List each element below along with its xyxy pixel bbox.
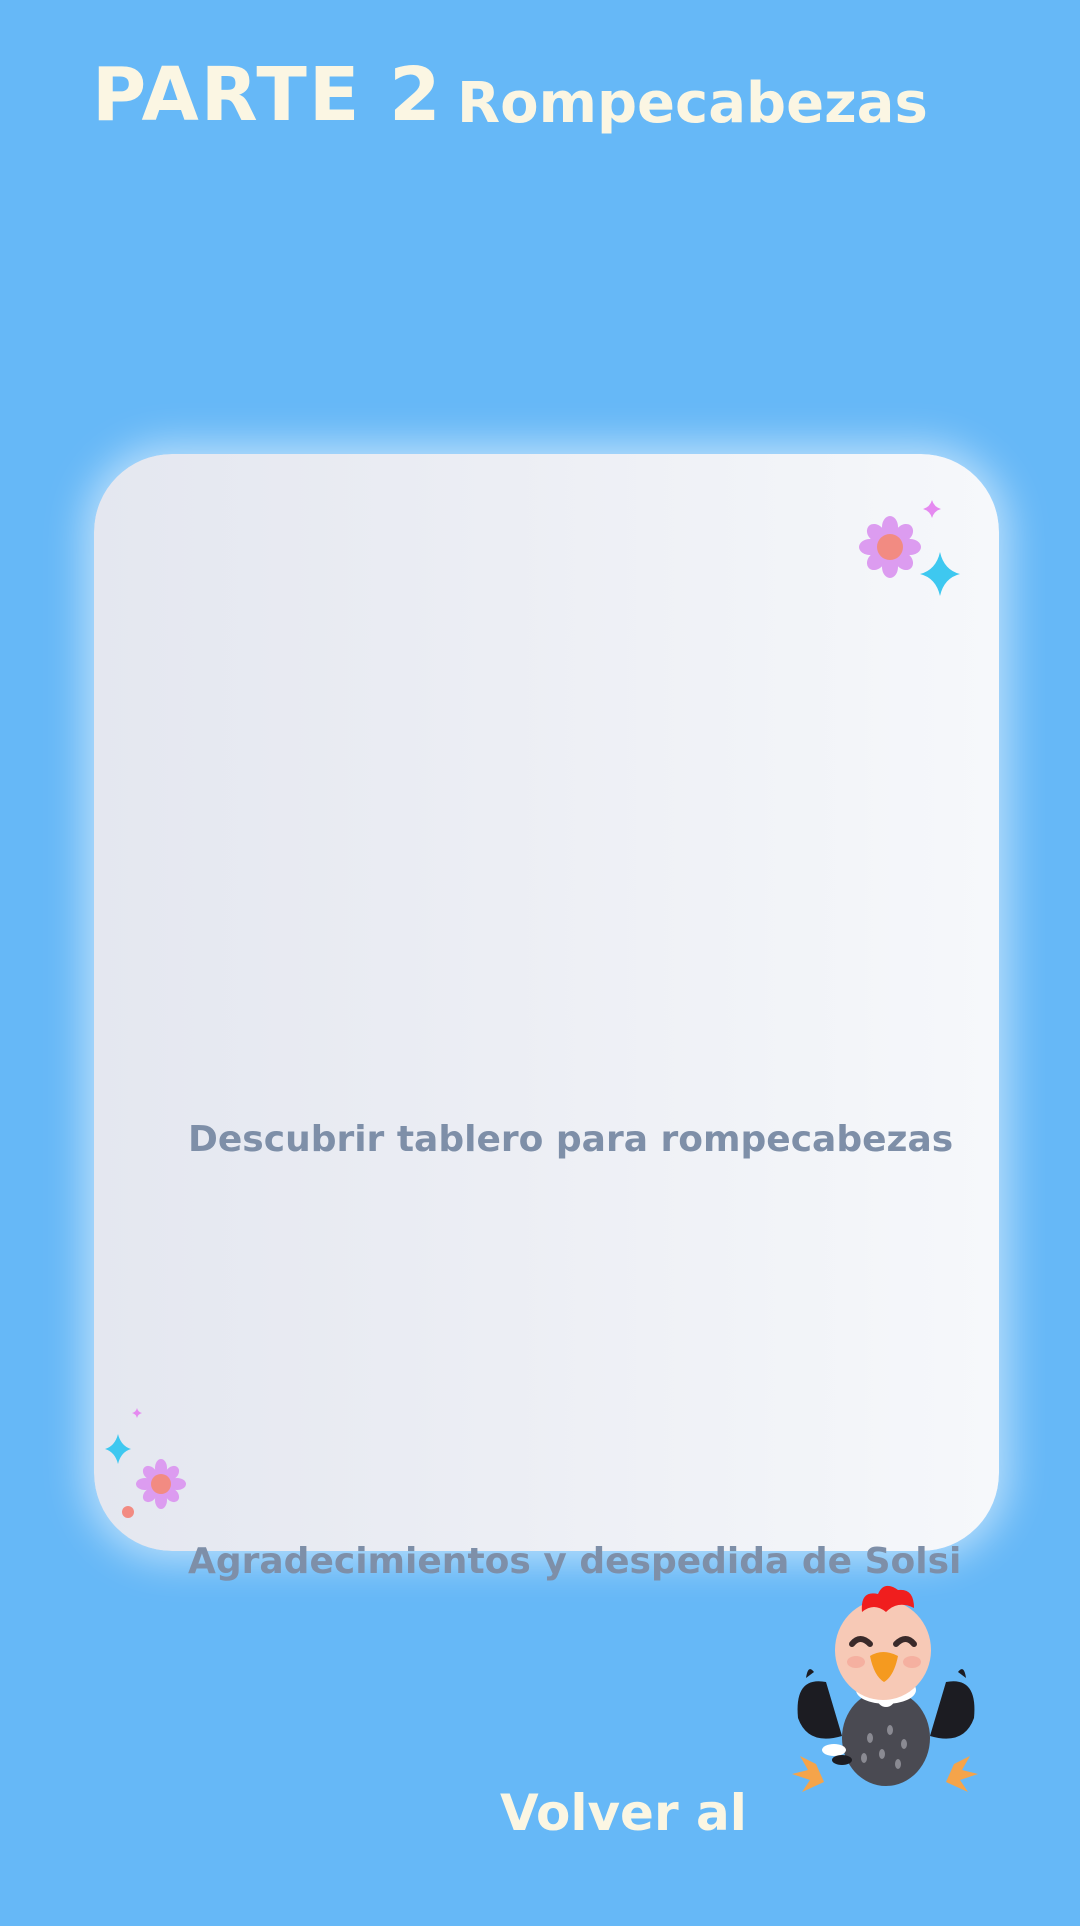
flower-icon [859,516,921,578]
condor-chick-mascot [792,1585,978,1792]
menu-item-thanks-farewell[interactable]: Agradecimientos y despedida de Solsi [188,1540,961,1583]
bottom-left-decoration [105,1408,186,1518]
flower-icon [136,1459,186,1509]
back-button[interactable]: Volver al [500,1788,747,1838]
header: PARTE 2 Rompecabezas [0,0,1080,200]
sparkle-icon [105,1434,131,1464]
sparkle-icon [920,552,960,596]
top-right-decoration [859,500,960,596]
part-label: PARTE 2 [92,52,443,138]
section-title: Rompecabezas [457,71,928,136]
sparkle-icon [923,500,941,518]
menu-item-discover-board[interactable]: Descubrir tablero para rompecabezas [188,1118,953,1161]
dot-icon [122,1506,134,1518]
sparkle-icon [132,1408,142,1418]
menu-card: Descubrir tablero para rompecabezas Agra… [94,454,999,1582]
